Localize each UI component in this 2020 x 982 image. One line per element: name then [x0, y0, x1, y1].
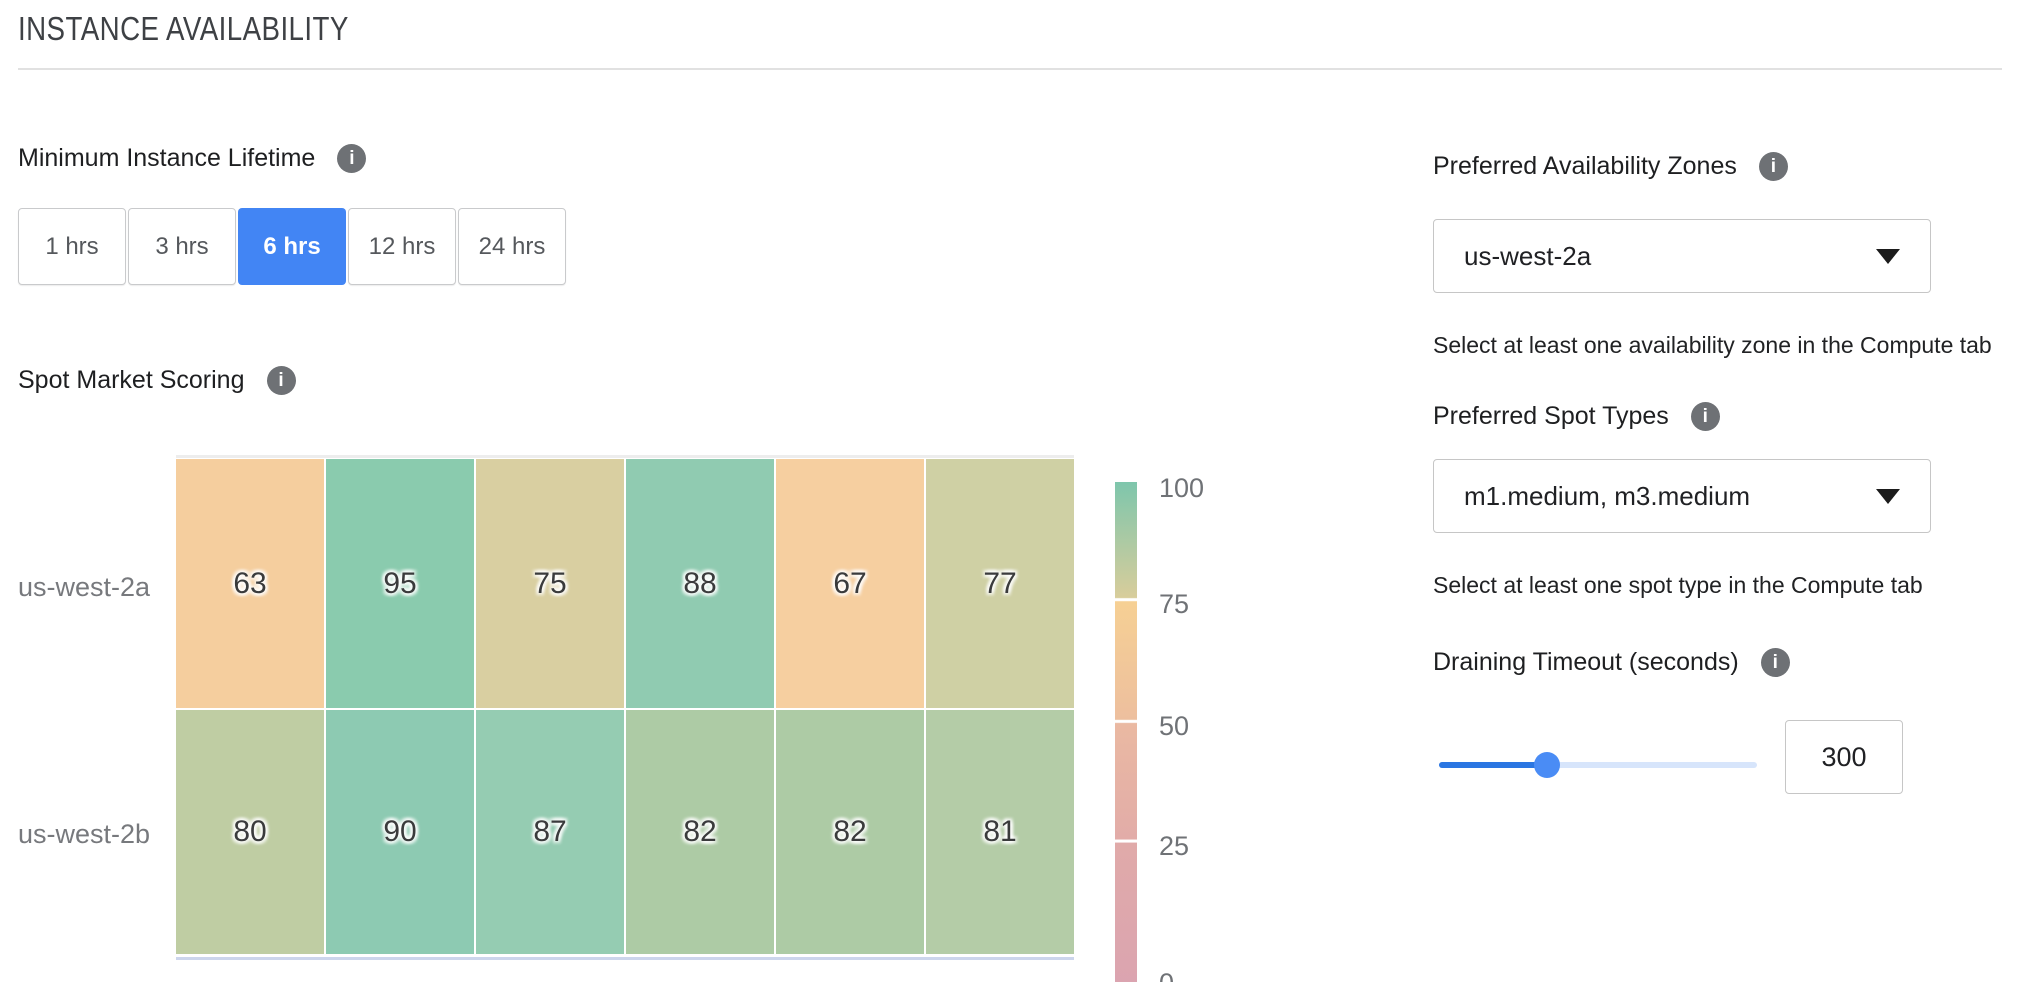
colorbar-tick-100: 100	[1159, 473, 1204, 504]
info-icon[interactable]: i	[1691, 402, 1720, 431]
colorbar-tick-50: 50	[1159, 711, 1189, 742]
info-icon[interactable]: i	[267, 366, 296, 395]
instance-availability-panel: INSTANCE AVAILABILITY Minimum Instance L…	[0, 0, 2020, 982]
heatmap-cell-us-west-2a-c6: 77	[926, 459, 1074, 708]
spot-types-dropdown[interactable]: m1.medium, m3.medium	[1433, 459, 1931, 533]
heatmap-cell-us-west-2a-c2: 95	[326, 459, 474, 708]
availability-zones-dropdown[interactable]: us-west-2a	[1433, 219, 1931, 293]
heatmap-cell-us-west-2b-c6: 81	[926, 710, 1074, 954]
minimum-instance-lifetime-label: Minimum Instance Lifetime	[18, 144, 315, 173]
heatmap-row-label-us-west-2b: us-west-2b	[0, 819, 150, 850]
lifetime-option-6-hrs[interactable]: 6 hrs	[238, 208, 346, 285]
lifetime-option-24-hrs[interactable]: 24 hrs	[458, 208, 566, 285]
spot-types-helper: Select at least one spot type in the Com…	[1433, 572, 1923, 599]
draining-timeout-label: Draining Timeout (seconds)	[1433, 648, 1739, 677]
draining-timeout-input[interactable]	[1785, 720, 1903, 794]
spot-market-heatmap: 639575886777809087828281	[176, 459, 1074, 956]
slider-thumb[interactable]	[1534, 752, 1560, 778]
info-icon[interactable]: i	[1761, 648, 1790, 677]
info-icon[interactable]: i	[337, 144, 366, 173]
title-divider	[18, 68, 2002, 70]
draining-timeout-slider[interactable]	[1439, 752, 1757, 778]
draining-timeout-row: Draining Timeout (seconds) i	[1433, 648, 1790, 677]
heatmap-bottom-border	[176, 957, 1074, 960]
heatmap-cell-us-west-2a-c4: 88	[626, 459, 774, 708]
lifetime-button-group: 1 hrs3 hrs6 hrs12 hrs24 hrs	[18, 208, 566, 285]
slider-fill	[1439, 762, 1547, 768]
lifetime-option-3-hrs[interactable]: 3 hrs	[128, 208, 236, 285]
availability-zones-value: us-west-2a	[1464, 241, 1876, 272]
preferred-spot-types-label: Preferred Spot Types	[1433, 402, 1669, 431]
heatmap-cell-us-west-2b-c4: 82	[626, 710, 774, 954]
heatmap-cell-us-west-2a-c1: 63	[176, 459, 324, 708]
heatmap-cell-us-west-2b-c1: 80	[176, 710, 324, 954]
preferred-availability-zones-label: Preferred Availability Zones	[1433, 152, 1737, 181]
heatmap-row-label-us-west-2a: us-west-2a	[0, 572, 150, 603]
colorbar-tick-25: 25	[1159, 831, 1189, 862]
availability-zones-helper: Select at least one availability zone in…	[1433, 332, 1992, 359]
heatmap-top-border	[176, 455, 1074, 458]
lifetime-option-1-hrs[interactable]: 1 hrs	[18, 208, 126, 285]
heatmap-cell-us-west-2a-c5: 67	[776, 459, 924, 708]
draining-timeout-value-box	[1785, 720, 1903, 794]
page-title: INSTANCE AVAILABILITY	[18, 10, 349, 48]
minimum-instance-lifetime-row: Minimum Instance Lifetime i	[18, 144, 366, 173]
preferred-spot-types-row: Preferred Spot Types i	[1433, 402, 1720, 431]
heatmap-cell-us-west-2a-c3: 75	[476, 459, 624, 708]
info-icon[interactable]: i	[1759, 152, 1788, 181]
heatmap-cell-us-west-2b-c5: 82	[776, 710, 924, 954]
chevron-down-icon	[1876, 249, 1900, 264]
chevron-down-icon	[1876, 489, 1900, 504]
heatmap-cell-us-west-2b-c2: 90	[326, 710, 474, 954]
heatmap-cell-us-west-2b-c3: 87	[476, 710, 624, 954]
preferred-availability-zones-row: Preferred Availability Zones i	[1433, 152, 1788, 181]
heatmap-colorbar	[1115, 482, 1137, 982]
spot-market-scoring-label: Spot Market Scoring	[18, 366, 245, 395]
spot-types-value: m1.medium, m3.medium	[1464, 481, 1876, 512]
lifetime-option-12-hrs[interactable]: 12 hrs	[348, 208, 456, 285]
spot-market-scoring-row: Spot Market Scoring i	[18, 366, 296, 395]
colorbar-tick-0: 0	[1159, 968, 1174, 982]
colorbar-tick-75: 75	[1159, 589, 1189, 620]
